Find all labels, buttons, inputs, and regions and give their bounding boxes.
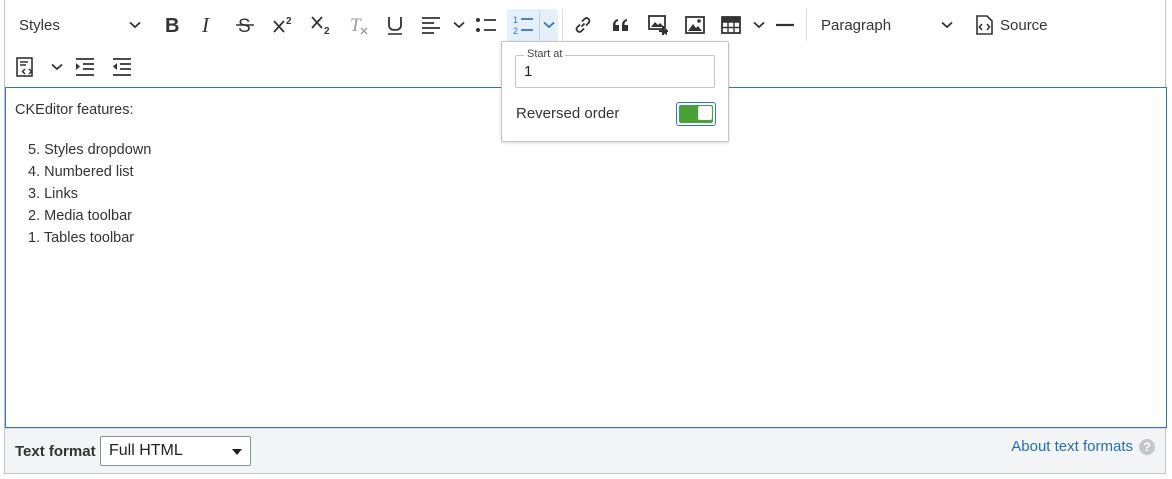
- horizontal-line-icon: [775, 22, 795, 28]
- outdent-button[interactable]: [106, 51, 138, 83]
- source-label: Source: [1000, 16, 1048, 34]
- chevron-down-icon: [453, 21, 465, 29]
- text-format-select[interactable]: Full HTML: [100, 436, 251, 466]
- numbered-list: 5. Styles dropdown 4. Numbered list 3. L…: [28, 139, 151, 249]
- underline-icon: [386, 14, 404, 36]
- superscript-icon: 2: [272, 15, 296, 35]
- bold-icon: B: [163, 15, 181, 35]
- italic-icon: I: [200, 15, 216, 35]
- list-item: 2. Media toolbar: [28, 208, 132, 224]
- bold-button[interactable]: B: [156, 9, 188, 41]
- underline-button[interactable]: [379, 9, 411, 41]
- text-format-value: Full HTML: [109, 442, 183, 459]
- svg-text:2: 2: [324, 26, 330, 36]
- about-text-formats-label: About text formats: [1011, 438, 1133, 455]
- svg-text:2: 2: [286, 16, 292, 27]
- indent-button[interactable]: [69, 51, 101, 83]
- reversed-order-label: Reversed order: [516, 105, 620, 122]
- heading-dropdown[interactable]: Paragraph: [813, 9, 955, 41]
- bulleted-list-icon: [475, 16, 497, 34]
- start-at-input[interactable]: Start at 1: [515, 48, 715, 88]
- styles-dropdown[interactable]: Styles: [15, 9, 143, 41]
- horizontal-line-button[interactable]: [769, 9, 801, 41]
- text-format-label: Text format: [15, 443, 96, 460]
- align-icon: [417, 16, 441, 34]
- table-dropdown[interactable]: [717, 9, 765, 41]
- toggle-track: [679, 105, 713, 123]
- svg-text:1: 1: [513, 15, 518, 25]
- chevron-down-icon: [51, 63, 63, 71]
- subscript-button[interactable]: 2: [305, 9, 339, 41]
- heading-dropdown-label: Paragraph: [821, 16, 892, 34]
- italic-button[interactable]: I: [192, 9, 224, 41]
- intro-paragraph: CKEditor features:: [15, 102, 134, 118]
- list-item: 1. Tables toolbar: [28, 230, 135, 246]
- start-at-value: 1: [524, 63, 533, 80]
- indent-icon: [74, 57, 96, 77]
- chevron-down-icon: [543, 21, 555, 29]
- table-icon: [717, 16, 741, 34]
- blockquote-icon: [611, 16, 631, 34]
- toolbar-separator: [806, 9, 807, 41]
- remove-format-button[interactable]: T: [343, 9, 375, 41]
- reversed-order-toggle[interactable]: [676, 102, 716, 126]
- caret-down-icon: [232, 449, 242, 455]
- outdent-icon: [111, 57, 133, 77]
- link-button[interactable]: [567, 9, 599, 41]
- strikethrough-icon: S: [235, 15, 255, 35]
- chevron-down-icon: [753, 21, 765, 29]
- numbered-list-dropdown-arrow[interactable]: [539, 9, 558, 41]
- help-icon: ?: [1139, 438, 1155, 455]
- about-text-formats-link[interactable]: About text formats ?: [1011, 438, 1155, 455]
- chevron-down-icon: [129, 21, 143, 29]
- numbered-list-button[interactable]: 12: [507, 9, 539, 41]
- image-icon: [685, 16, 705, 34]
- image-button[interactable]: [679, 9, 711, 41]
- list-properties-popup: Start at 1 Reversed order: [501, 41, 729, 142]
- code-block-dropdown[interactable]: [13, 51, 63, 83]
- text-format-bar: Text format Full HTML About text formats…: [5, 428, 1165, 473]
- toggle-knob: [698, 106, 712, 120]
- start-at-label: Start at: [524, 48, 566, 60]
- toolbar-separator: [562, 9, 563, 41]
- code-block-icon: [13, 56, 37, 78]
- list-item: 3. Links: [28, 186, 78, 202]
- link-icon: [573, 15, 593, 35]
- list-item: 4. Numbered list: [28, 164, 134, 180]
- bulleted-list-button[interactable]: [469, 9, 503, 41]
- media-icon: [647, 14, 669, 36]
- numbered-list-icon: 12: [512, 14, 534, 36]
- strikethrough-button[interactable]: S: [229, 9, 261, 41]
- align-dropdown[interactable]: [417, 9, 465, 41]
- media-button[interactable]: [642, 9, 674, 41]
- list-item: 5. Styles dropdown: [28, 142, 152, 158]
- chevron-down-icon: [941, 21, 955, 29]
- blockquote-button[interactable]: [605, 9, 637, 41]
- superscript-button[interactable]: 2: [267, 9, 301, 41]
- remove-format-icon: T: [348, 14, 370, 36]
- svg-text:T: T: [350, 15, 362, 36]
- svg-text:B: B: [165, 15, 179, 35]
- subscript-icon: 2: [310, 14, 334, 36]
- source-button[interactable]: Source: [969, 9, 1049, 41]
- svg-text:I: I: [201, 15, 210, 35]
- styles-dropdown-label: Styles: [19, 16, 60, 34]
- svg-text:2: 2: [513, 26, 518, 36]
- source-icon: [969, 14, 1000, 36]
